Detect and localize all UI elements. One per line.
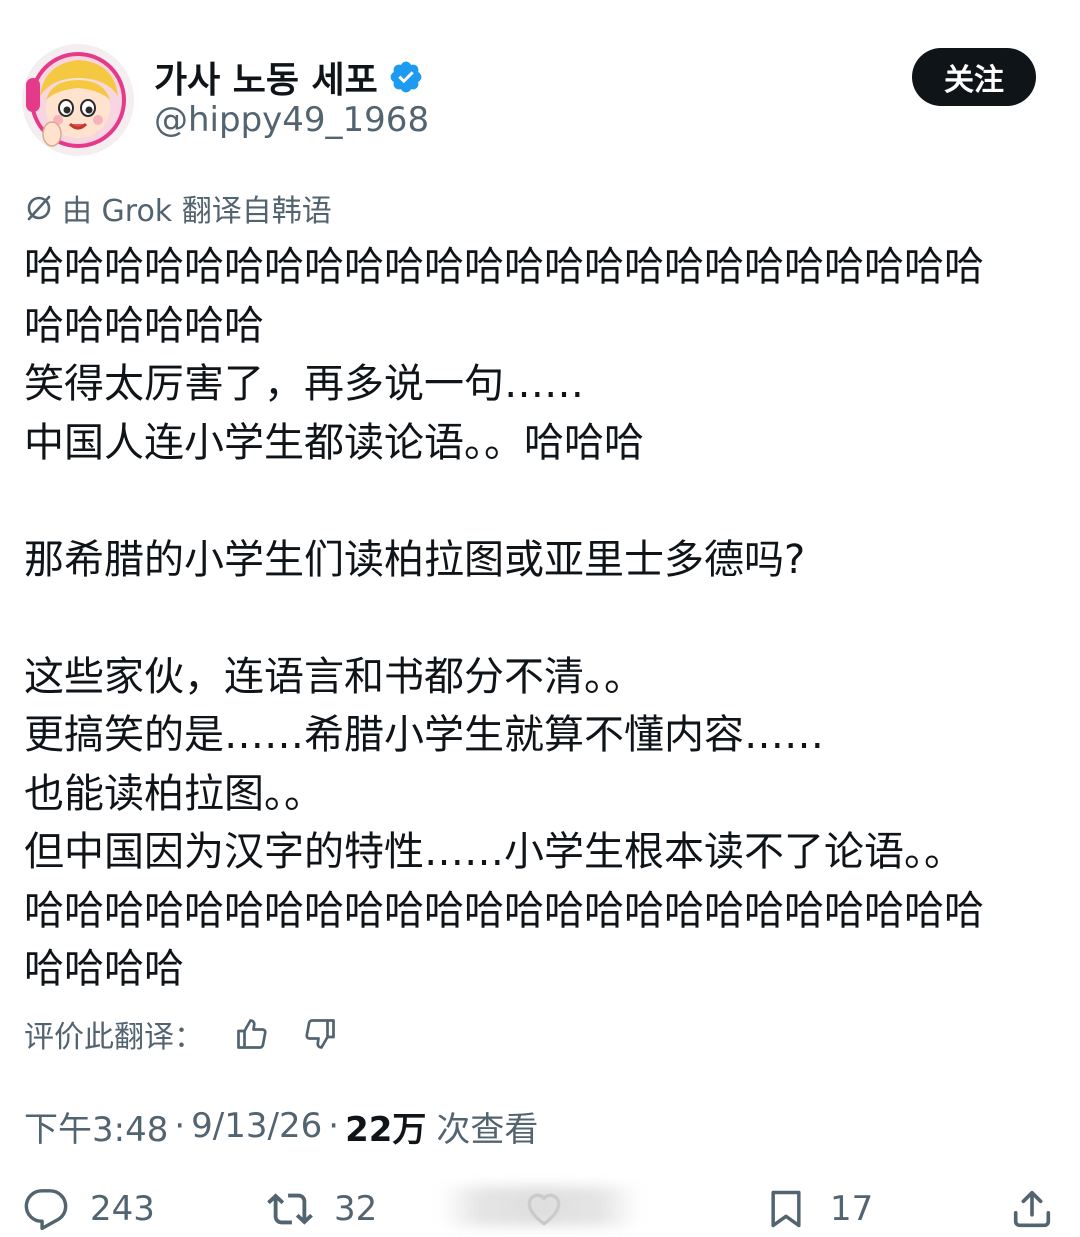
- tweet-date[interactable]: 9/13/26: [191, 1106, 322, 1146]
- share-icon: [1008, 1185, 1056, 1233]
- share-button[interactable]: [1008, 1184, 1056, 1234]
- user-handle[interactable]: @hippy49_1968: [154, 100, 429, 140]
- verified-badge-icon: [388, 59, 424, 95]
- avatar[interactable]: [22, 44, 134, 156]
- meta-separator: ·: [174, 1106, 186, 1146]
- bookmark-count: 17: [830, 1189, 874, 1229]
- display-name-row: 가사 노동 세포: [154, 52, 424, 102]
- tweet-line: 哈哈哈哈哈哈哈哈哈哈哈哈哈哈哈哈哈哈哈哈哈哈哈哈: [24, 244, 984, 290]
- reply-count: 243: [90, 1189, 155, 1229]
- bookmark-button[interactable]: 17: [762, 1184, 873, 1234]
- tweet-line: 那希腊的小学生们读柏拉图或亚里士多德吗?: [24, 536, 806, 583]
- tweet-text: 哈哈哈哈哈哈哈哈哈哈哈哈哈哈哈哈哈哈哈哈哈哈哈哈 哈哈哈哈哈哈 笑得太厉害了，再…: [24, 238, 1060, 999]
- rate-translation-row: 评价此翻译：: [24, 1010, 340, 1058]
- tweet-line: 也能读柏拉图。。: [24, 770, 324, 817]
- rate-translation-label: 评价此翻译：: [24, 1020, 204, 1055]
- views-label: 次查看: [436, 1109, 539, 1150]
- translation-note-text: 由 Grok 翻译自韩语: [62, 194, 332, 229]
- views-count[interactable]: 22万: [345, 1102, 426, 1151]
- tweet-line: 但中国因为汉字的特性……小学生根本读不了论语。。: [24, 829, 964, 875]
- tweet-line: 哈哈哈哈哈哈: [24, 302, 264, 349]
- tweet-line: 哈哈哈哈哈哈哈哈哈哈哈哈哈哈哈哈哈哈哈哈哈哈哈哈: [24, 887, 984, 934]
- meta-separator: ·: [328, 1106, 340, 1146]
- retweet-icon: [266, 1185, 314, 1233]
- grok-icon: [24, 193, 54, 223]
- tweet-header: 가사 노동 세포 @hippy49_1968 关注: [0, 0, 1080, 170]
- display-name[interactable]: 가사 노동 세포: [154, 51, 378, 103]
- tweet-line: 这些家伙，连语言和书都分不清。。: [24, 653, 644, 700]
- reply-button[interactable]: 243: [22, 1184, 155, 1234]
- bookmark-icon: [762, 1185, 810, 1233]
- retweet-count: 32: [334, 1189, 378, 1229]
- thumbs-up-icon[interactable]: [232, 1014, 272, 1054]
- tweet-line: 更搞笑的是……希腊小学生就算不懂内容……: [24, 712, 824, 758]
- translation-note: 由 Grok 翻译自韩语: [24, 188, 332, 229]
- thumbs-down-icon[interactable]: [300, 1014, 340, 1054]
- tweet-line: 笑得太厉害了，再多说一句……: [24, 361, 584, 407]
- tweet-time[interactable]: 下午3:48: [24, 1102, 168, 1151]
- reply-icon: [22, 1185, 70, 1233]
- tweet-line: 哈哈哈哈: [24, 946, 184, 992]
- retweet-button[interactable]: 32: [266, 1184, 377, 1234]
- follow-button[interactable]: 关注: [912, 48, 1036, 106]
- tweet-line: 中国人连小学生都读论语。。哈哈哈: [24, 419, 644, 466]
- tweet-meta: 下午3:48 · 9/13/26 · 22万 次查看: [24, 1100, 538, 1152]
- blurred-overlay: [440, 1186, 640, 1226]
